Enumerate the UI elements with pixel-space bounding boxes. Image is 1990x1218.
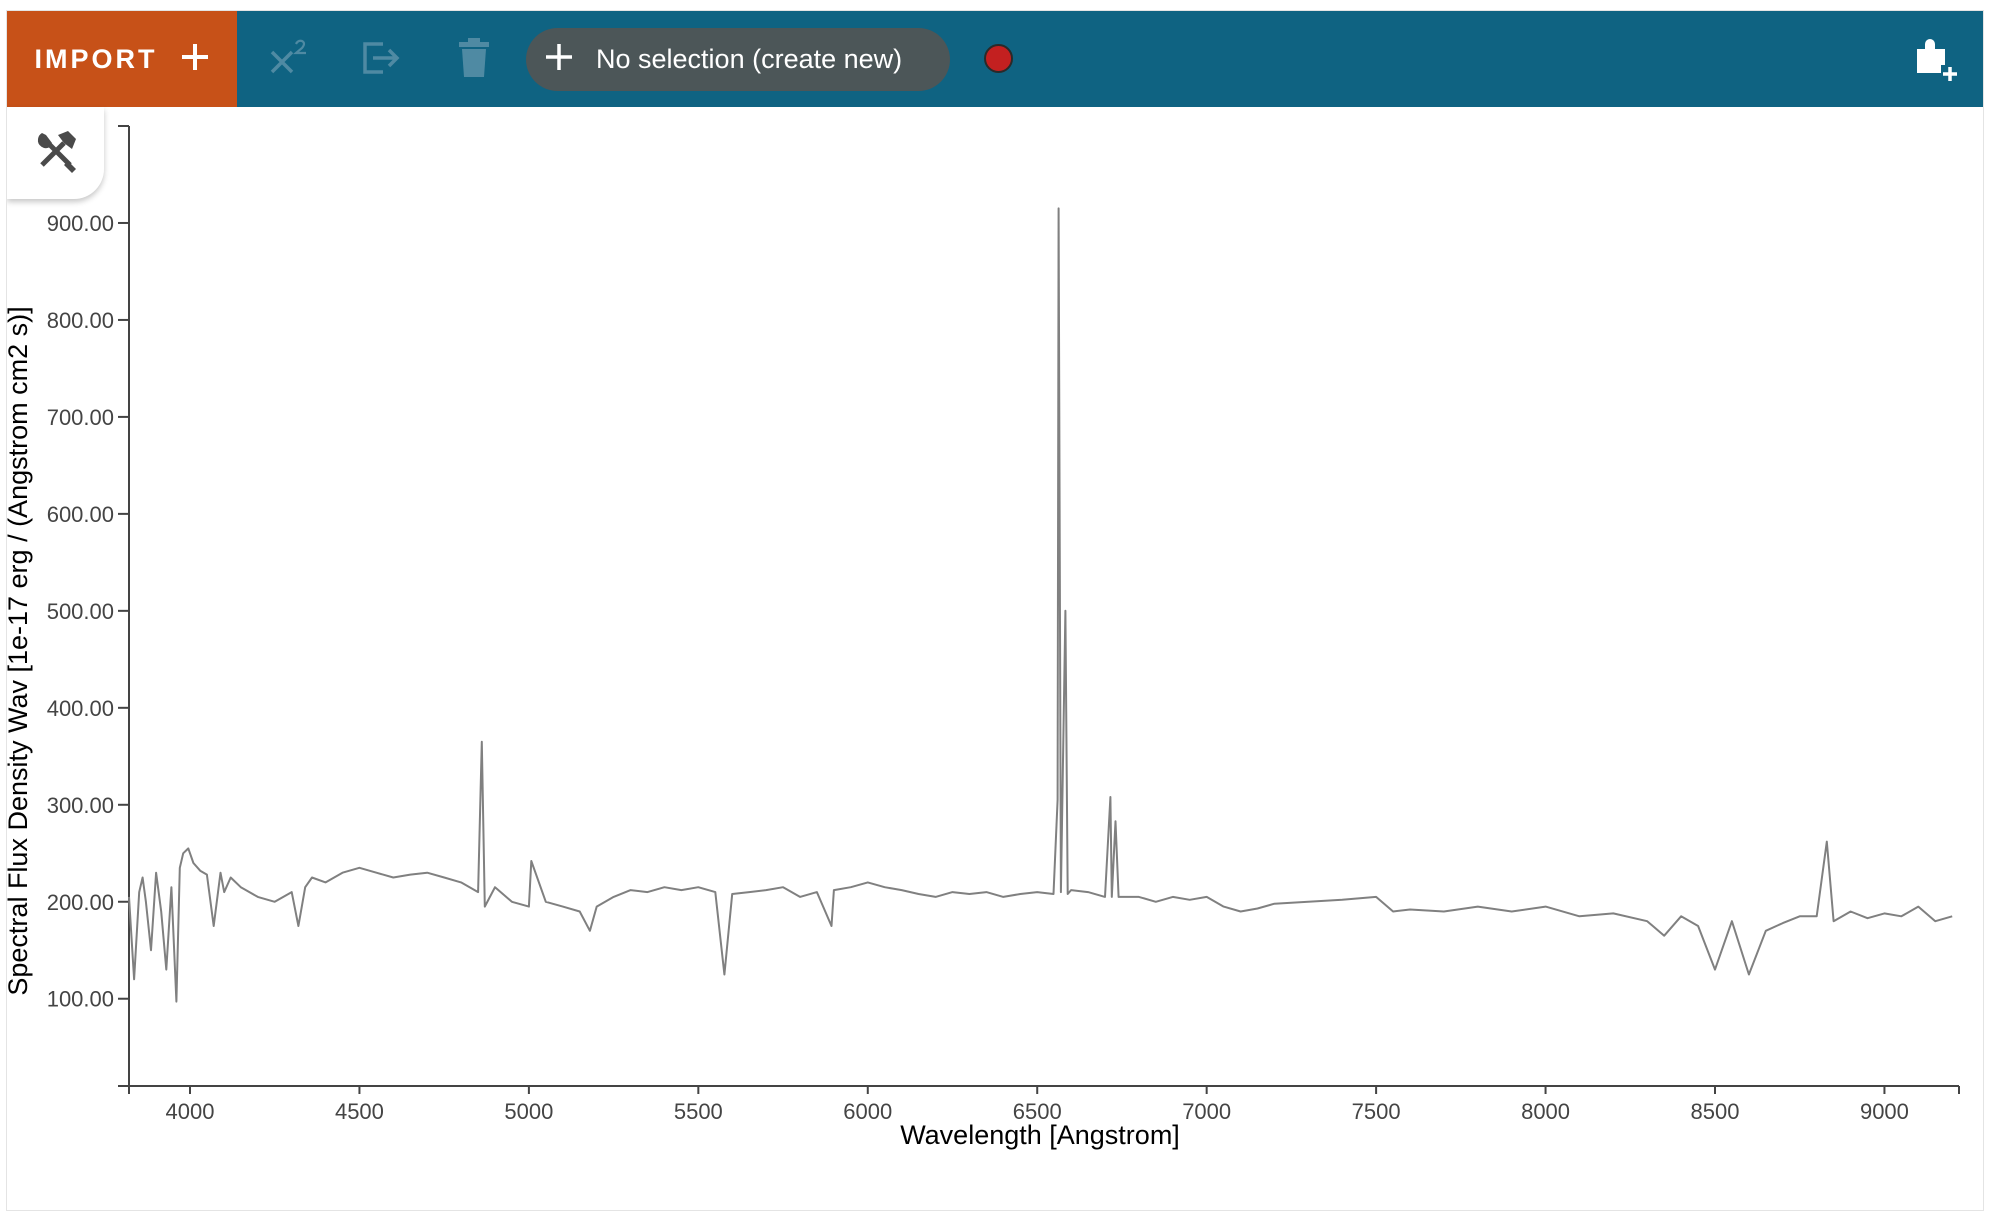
y-tick-label: 600.00	[47, 502, 114, 527]
y-tick-label: 300.00	[47, 793, 114, 818]
x-axis-title: Wavelength [Angstrom]	[900, 1120, 1180, 1150]
y-tick-label: 400.00	[47, 696, 114, 721]
hammer-wrench-icon	[34, 129, 78, 178]
x-tick-label: 7500	[1352, 1099, 1401, 1124]
x-tick-label: 6000	[843, 1099, 892, 1124]
x-tick-label: 8500	[1691, 1099, 1740, 1124]
y-axis-title: Spectral Flux Density Wav [1e-17 erg / (…	[7, 306, 33, 995]
y-tick-label: 800.00	[47, 308, 114, 333]
x-tick-label: 4500	[335, 1099, 384, 1124]
plot-ticks: 4000 4500 5000 5500 6000 6500 7000 7500 8000 8500…	[47, 211, 1909, 1124]
plot-tools-toggle[interactable]	[7, 107, 104, 199]
x-tick-label: 5500	[674, 1099, 723, 1124]
y-tick-label: 700.00	[47, 405, 114, 430]
spectrum-series-line	[128, 207, 1953, 1003]
x-tick-label: 8000	[1521, 1099, 1570, 1124]
plot-series-layer	[128, 207, 1953, 1003]
x-tick-label: 5000	[504, 1099, 553, 1124]
plot-axes	[118, 125, 1960, 1094]
y-tick-label: 100.00	[47, 987, 114, 1012]
x-tick-label: 4000	[166, 1099, 215, 1124]
spectrum-viewer-app: IMPORT No selection (create new) 4000 45…	[6, 10, 1984, 1211]
y-tick-label: 900.00	[47, 211, 114, 236]
x-tick-label: 9000	[1860, 1099, 1909, 1124]
y-tick-label: 500.00	[47, 599, 114, 624]
x-tick-label: 7000	[1182, 1099, 1231, 1124]
spectrum-plot[interactable]: 4000 4500 5000 5500 6000 6500 7000 7500 8000 8500…	[7, 11, 1984, 1211]
y-tick-label: 200.00	[47, 890, 114, 915]
